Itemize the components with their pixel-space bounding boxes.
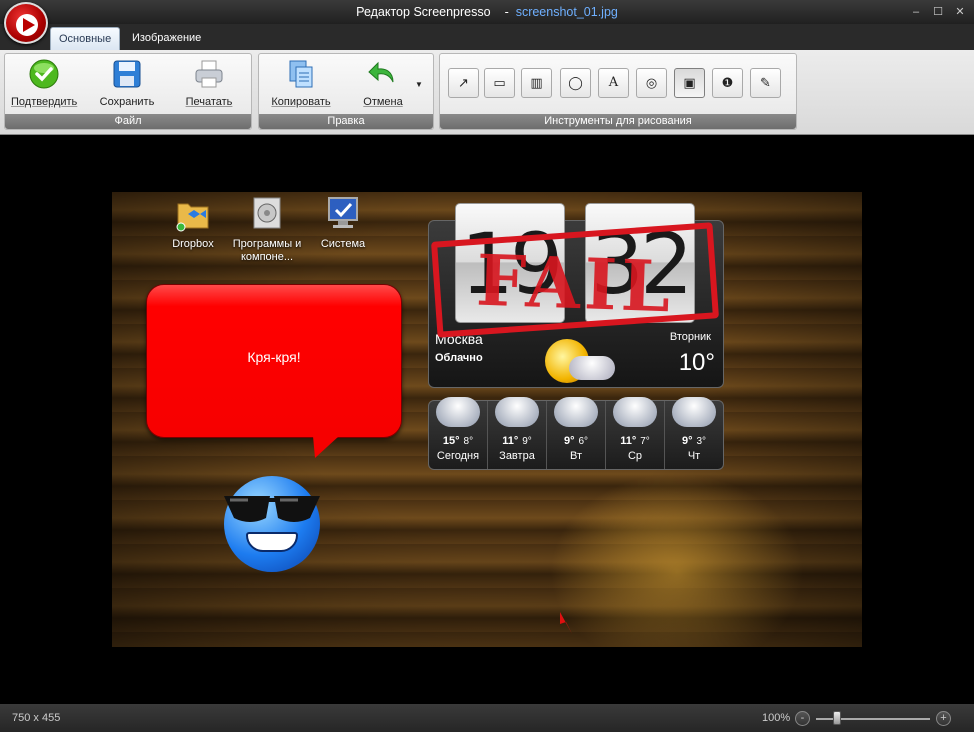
forecast-day: 11° 9° Завтра	[488, 397, 547, 469]
bubble-text: Кря-кря!	[247, 349, 301, 365]
editor-canvas[interactable]: Dropbox Программы и компоне... Система 1…	[2, 136, 972, 704]
forecast-day-label: Чт	[687, 450, 701, 462]
copy-label: Копировать	[271, 96, 331, 108]
pointer-annotation-icon	[560, 612, 572, 634]
forecast-low: 7°	[640, 436, 650, 447]
forecast-day: 15° 8° Сегодня	[429, 397, 488, 469]
tab-image[interactable]: Изображение	[124, 27, 209, 50]
zoom-level: 100%	[762, 712, 791, 724]
edited-image[interactable]: Dropbox Программы и компоне... Система 1…	[112, 192, 862, 647]
forecast-day-label: Вт	[569, 450, 582, 462]
copy-button[interactable]: Копировать	[267, 58, 335, 112]
tab-main[interactable]: Основные	[50, 27, 121, 50]
title-bar: Редактор Screenpresso - screenshot_01.jpg…	[0, 0, 974, 24]
forecast-low: 6°	[578, 436, 589, 447]
forecast-day: 9° 3° Чт	[665, 397, 723, 469]
forecast-high: 15°	[442, 435, 460, 447]
forecast-low: 8°	[463, 436, 474, 447]
forecast-high: 11°	[502, 435, 519, 447]
forecast-day: 9° 6° Вт	[547, 397, 606, 469]
cool-smiley-icon	[224, 476, 320, 572]
highlight-tool-icon[interactable]: ▥	[521, 68, 552, 98]
stamp-text: FAIL	[474, 238, 676, 329]
save-button[interactable]: Сохранить	[97, 58, 157, 112]
window-title: Редактор Screenpresso - screenshot_01.jpg	[356, 5, 618, 19]
desktop-icon-system: Система	[308, 194, 378, 251]
programs-label: Программы и компоне...	[232, 238, 302, 263]
computer-icon	[324, 194, 362, 232]
print-label: Печатать	[185, 96, 233, 108]
forecast-day-label: Сегодня	[436, 450, 480, 462]
zoom-out-button[interactable]: -	[795, 711, 810, 726]
draw-group-label: Инструменты для рисования	[440, 114, 796, 129]
undo-label: Отмена	[363, 96, 403, 108]
confirm-label: Подтвердить	[11, 96, 78, 108]
file-group-label: Файл	[5, 114, 251, 129]
file-name: screenshot_01.jpg	[515, 5, 618, 19]
dropbox-folder-icon	[174, 194, 212, 232]
undo-button[interactable]: Отмена	[353, 58, 413, 112]
image-size: 750 x 455	[12, 712, 61, 724]
weather-day: Вторник	[669, 331, 711, 343]
forecast-high: 11°	[620, 435, 637, 447]
weather-temperature: 10°	[678, 349, 715, 376]
rain-cloud-icon	[672, 397, 716, 427]
zoom-in-button[interactable]: +	[936, 711, 951, 726]
forecast-high: 9°	[681, 435, 693, 447]
desktop-icon-programs: Программы и компоне...	[232, 194, 302, 264]
step-number-tool-icon[interactable]: ❶	[712, 68, 743, 98]
forecast-day: 11° 7° Ср	[606, 397, 665, 469]
ribbon-tabs: Основные Изображение	[0, 24, 974, 50]
fail-stamp[interactable]: FAIL	[430, 222, 720, 338]
forecast-low: 3°	[696, 436, 707, 447]
callout-tool-icon[interactable]: ◎	[636, 68, 667, 98]
forecast-high: 9°	[563, 435, 575, 447]
smiley-teeth	[246, 532, 298, 552]
printer-icon	[193, 58, 225, 90]
confirm-check-icon	[28, 58, 60, 90]
app-title: Редактор Screenpresso	[356, 5, 491, 19]
maximize-button[interactable]: ☐	[930, 4, 946, 20]
forecast-low: 9°	[522, 436, 532, 447]
rain-cloud-icon	[554, 397, 598, 427]
dropbox-label: Dropbox	[172, 238, 214, 250]
undo-dropdown-icon[interactable]: ▼	[415, 80, 423, 89]
edit-group-label: Правка	[259, 114, 433, 129]
ellipse-tool-icon[interactable]: ◯	[560, 68, 591, 98]
print-button[interactable]: Печатать	[179, 58, 239, 112]
status-bar: 750 x 455 100% - +	[0, 704, 974, 732]
programs-icon	[248, 194, 286, 232]
rectangle-tool-icon[interactable]: ▭	[484, 68, 515, 98]
close-button[interactable]: ✕	[952, 4, 968, 20]
app-logo-icon[interactable]	[4, 2, 48, 44]
blur-tool-icon[interactable]: ✎	[750, 68, 781, 98]
zoom-slider-thumb[interactable]	[833, 711, 841, 725]
minimize-button[interactable]: –	[908, 4, 924, 20]
forecast-day-label: Ср	[627, 450, 643, 462]
undo-icon	[367, 58, 399, 90]
save-label: Сохранить	[99, 96, 155, 108]
ribbon: Подтвердить Сохранить Печатать Файл Копи…	[0, 50, 974, 135]
weather-condition: Облачно	[435, 352, 483, 364]
draw-group: ↗ ▭ ▥ ◯ A ◎ ▣ ❶ ✎ Инструменты для рисова…	[439, 53, 797, 130]
system-label: Система	[320, 238, 366, 250]
rain-cloud-icon	[436, 397, 480, 427]
cloud-icon	[569, 356, 615, 380]
text-tool-icon[interactable]: A	[598, 68, 629, 98]
forecast-widget: 15° 8° Сегодня 11° 9° Завтра 9° 6° Вт 11° 7°…	[428, 397, 724, 470]
copy-icon	[285, 58, 317, 90]
rain-cloud-icon	[613, 397, 657, 427]
speech-bubble[interactable]: Кря-кря!	[146, 284, 402, 458]
image-tool-icon[interactable]: ▣	[674, 68, 705, 98]
confirm-button[interactable]: Подтвердить	[11, 58, 77, 112]
arrow-tool-icon[interactable]: ↗	[448, 68, 479, 98]
forecast-day-label: Завтра	[499, 450, 535, 462]
file-group: Подтвердить Сохранить Печатать Файл	[4, 53, 252, 130]
rain-cloud-icon	[495, 397, 539, 427]
desktop-icon-dropbox: Dropbox	[158, 194, 228, 251]
floppy-disk-icon	[111, 58, 143, 90]
edit-group: Копировать Отмена ▼ Правка	[258, 53, 434, 130]
